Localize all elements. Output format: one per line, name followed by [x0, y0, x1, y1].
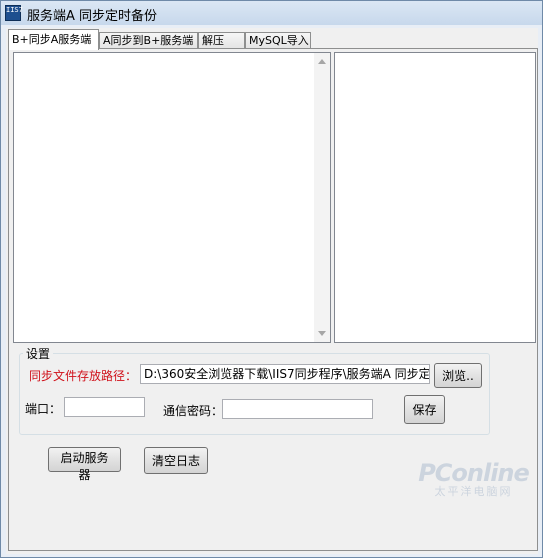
tab-unzip[interactable]: 解压 — [198, 32, 245, 49]
client-listbox[interactable] — [334, 52, 536, 343]
password-input[interactable] — [222, 399, 373, 419]
window-title: 服务端A 同步定时备份 — [27, 9, 158, 24]
app-window: IIS7 服务端A 同步定时备份 B+同步A服务端 A同步到B+服务端 解压 M… — [0, 0, 543, 558]
port-label: 端口： — [25, 402, 62, 416]
pconline-watermark: PConline 太平洋电脑网 — [411, 459, 536, 529]
clear-log-button[interactable]: 清空日志 — [144, 447, 208, 474]
log-listbox[interactable] — [13, 52, 331, 343]
port-input[interactable] — [64, 397, 145, 417]
sync-path-label: 同步文件存放路径： — [29, 369, 138, 383]
log-scrollbar[interactable] — [314, 53, 330, 342]
password-label: 通信密码： — [163, 404, 224, 418]
save-button[interactable]: 保存 — [404, 395, 445, 424]
title-bar[interactable]: IIS7 服务端A 同步定时备份 — [1, 1, 542, 25]
tab-a-sync-b[interactable]: A同步到B+服务端 — [99, 32, 198, 49]
start-server-button[interactable]: 启动服务器 — [48, 447, 121, 482]
scroll-up-arrow-icon[interactable] — [318, 59, 326, 64]
tab-mysql-import[interactable]: MySQL导入 — [245, 32, 311, 49]
scroll-down-arrow-icon[interactable] — [318, 331, 326, 336]
app-icon: IIS7 — [5, 5, 23, 21]
browse-button[interactable]: 浏览.. — [434, 363, 482, 388]
tab-b-sync-a[interactable]: B+同步A服务端 — [8, 29, 99, 50]
settings-group-title: 设置 — [23, 345, 54, 362]
sync-path-input[interactable]: D:\360安全浏览器下载\IIS7同步程序\服务端A 同步定时 — [140, 364, 430, 384]
